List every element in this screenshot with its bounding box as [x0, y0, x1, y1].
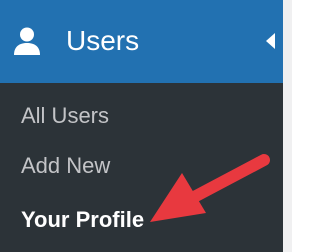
content-edge: [283, 0, 292, 252]
admin-sidebar: Users All Users Add New Your Profile: [0, 0, 292, 252]
submenu-item-add-new[interactable]: Add New: [21, 153, 110, 179]
submenu-item-all-users[interactable]: All Users: [21, 103, 109, 129]
users-menu-header[interactable]: Users: [0, 0, 283, 83]
user-icon: [14, 27, 40, 55]
menu-current-caret-icon: [266, 33, 275, 49]
users-menu-title: Users: [66, 25, 140, 56]
users-submenu: All Users Add New Your Profile: [0, 83, 283, 252]
submenu-item-your-profile[interactable]: Your Profile: [21, 207, 144, 233]
